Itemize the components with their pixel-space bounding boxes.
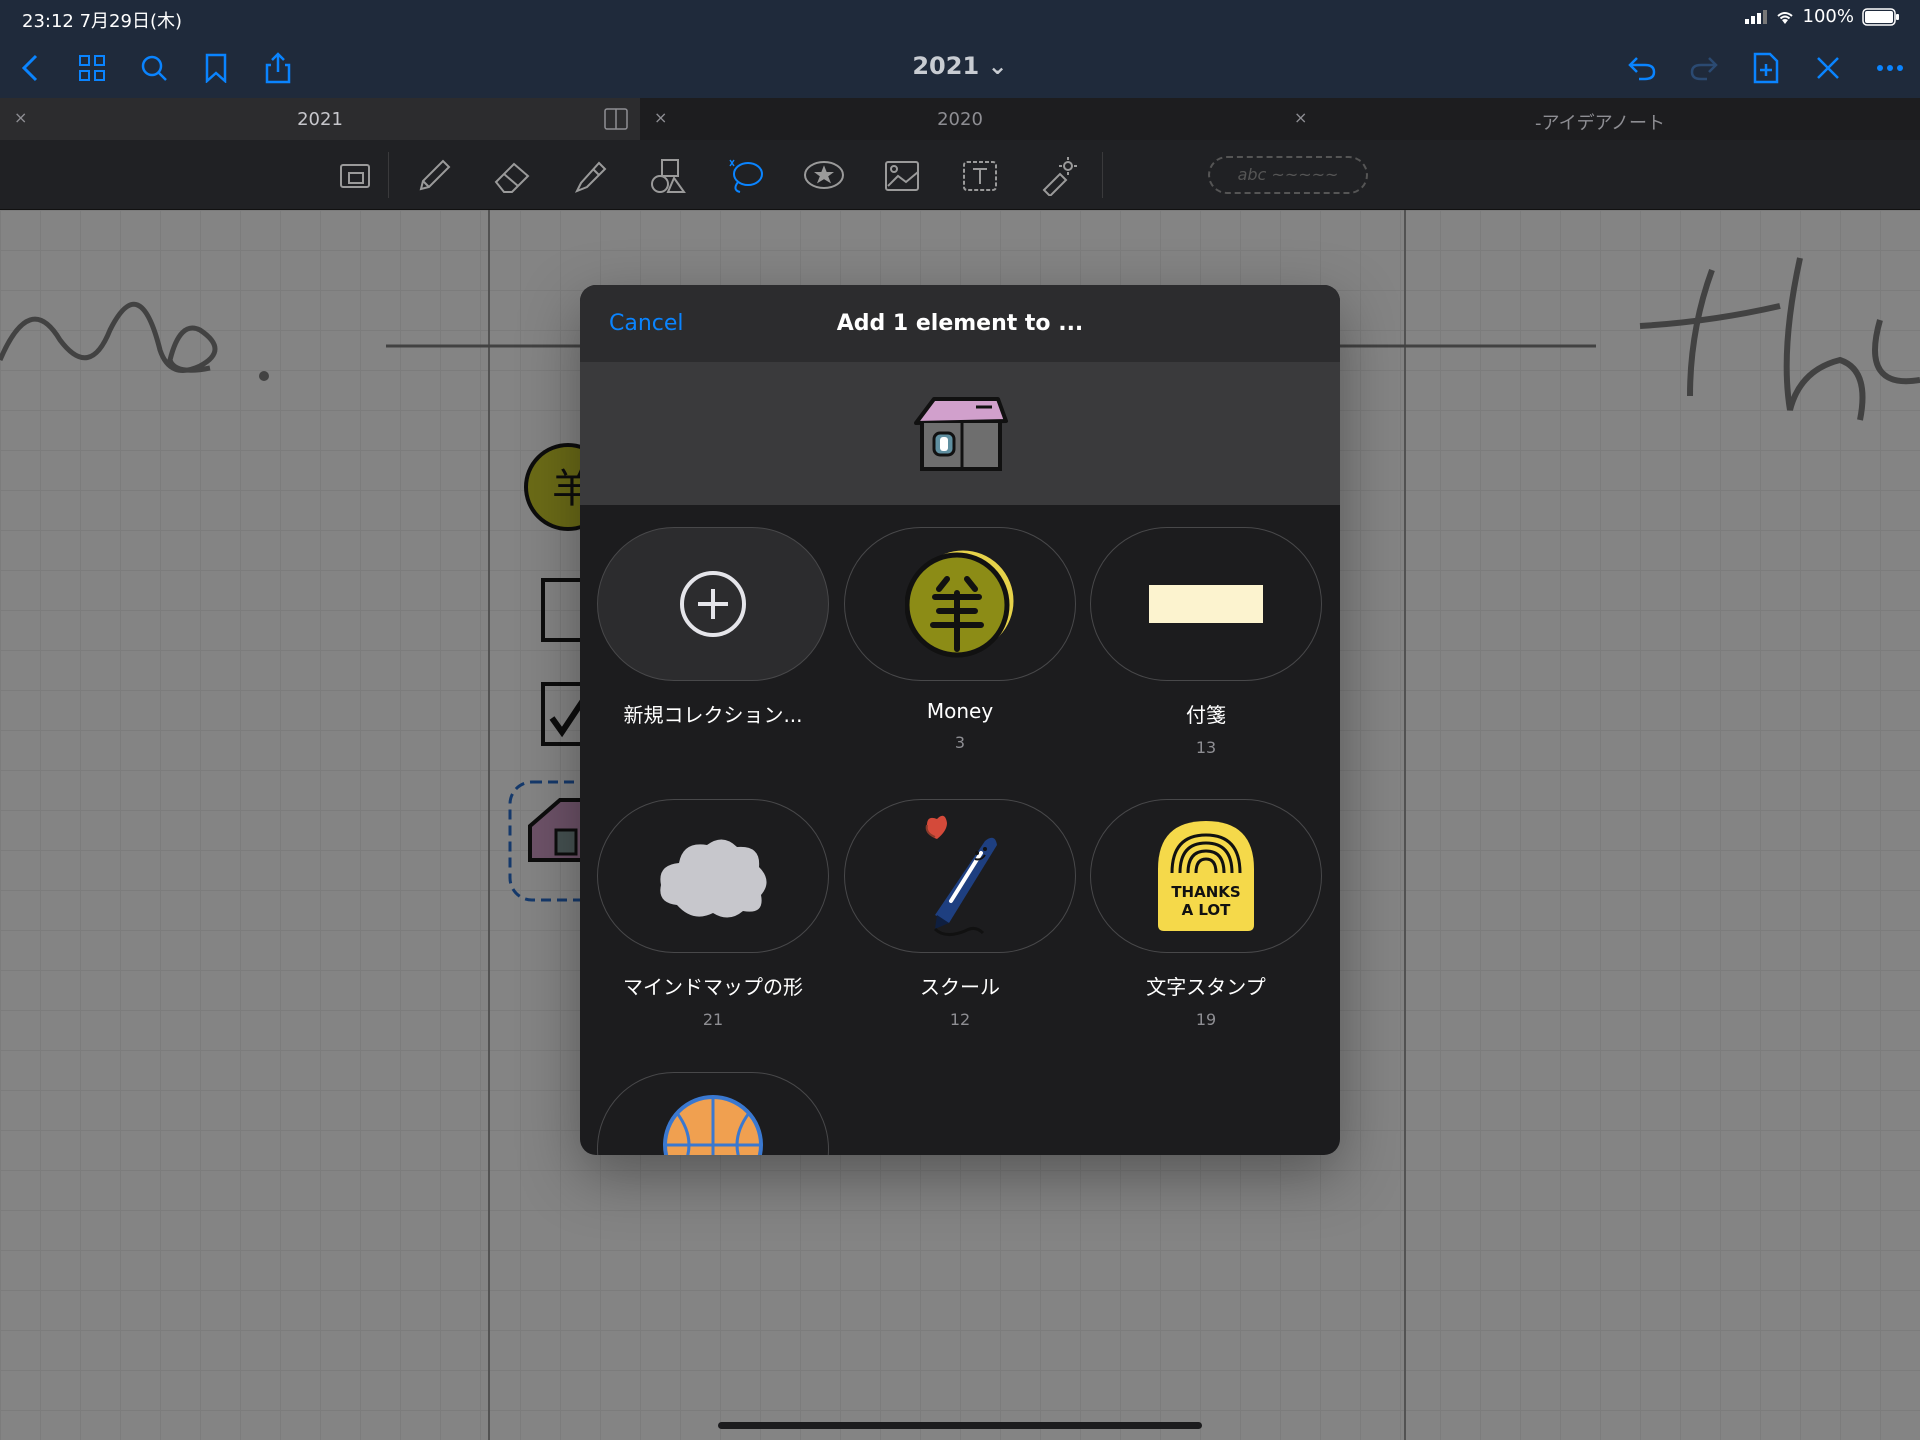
home-indicator[interactable]: [718, 1422, 1202, 1429]
money-coin-icon: [905, 550, 1014, 658]
new-collection-item[interactable]: 新規コレクション...: [597, 527, 829, 728]
collection-card[interactable]: THANKS A LOT: [1090, 799, 1322, 953]
collection-card[interactable]: [1090, 527, 1322, 681]
toolbar-divider: [388, 152, 389, 198]
thanks-a-lot-stamp-icon: THANKS A LOT: [1158, 821, 1254, 931]
collection-card[interactable]: [844, 799, 1076, 953]
tab-bar: × 2021 × 2020 × -アイデアノート: [0, 98, 1920, 140]
wifi-icon: [1776, 11, 1793, 24]
collection-name: Money: [926, 699, 994, 723]
collection-item-mindmap-shapes[interactable]: マインドマップの形 21: [597, 799, 829, 1029]
new-collection-button[interactable]: [597, 527, 829, 681]
stamp-text-line-2: A LOT: [1182, 901, 1232, 919]
color-palette-pill[interactable]: abc ~~~~~: [1208, 156, 1368, 194]
tab-2020[interactable]: × 2020: [640, 98, 1280, 140]
pen-tool-icon[interactable]: [412, 154, 456, 198]
tab-label: 2021: [297, 109, 343, 130]
battery-icon: [1862, 7, 1899, 26]
collection-count: 3: [954, 733, 966, 752]
tab-2021[interactable]: × 2021: [0, 98, 640, 140]
tab-idea-note[interactable]: × -アイデアノート: [1280, 98, 1920, 140]
collection-name: マインドマップの形: [623, 975, 803, 999]
collection-grid: 新規コレクション... Money 3 付箋 13 マインドマップの形 21 ス…: [580, 505, 1340, 1155]
collection-name: 文字スタンプ: [1146, 975, 1266, 999]
split-view-icon[interactable]: [604, 108, 628, 130]
battery-percent: 100%: [1802, 6, 1854, 27]
pen-off-icon[interactable]: [1808, 48, 1848, 88]
element-preview: [580, 363, 1340, 505]
collection-card[interactable]: [597, 1072, 829, 1155]
collection-item-school[interactable]: スクール 12: [844, 799, 1076, 1029]
laser-pointer-icon[interactable]: [1036, 154, 1080, 198]
add-page-icon[interactable]: [1746, 48, 1786, 88]
redo-icon[interactable]: [1684, 48, 1724, 88]
collection-count: 12: [949, 1010, 971, 1029]
highlighter-tool-icon[interactable]: [568, 154, 612, 198]
status-bar: 23:12 7月29日(木) 100%: [0, 0, 1920, 36]
collection-item-text-stamps[interactable]: THANKS A LOT 文字スタンプ 19: [1090, 799, 1322, 1029]
add-to-collection-sheet: Cancel Add 1 element to ... 新規コレクション...: [580, 285, 1340, 1155]
collection-name: 新規コレクション...: [623, 703, 803, 727]
collection-count: 13: [1195, 738, 1217, 757]
cloud-shape-icon: [660, 839, 767, 918]
tool-bar: abc ~~~~~: [0, 140, 1920, 210]
elements-tool-icon[interactable]: [802, 154, 846, 198]
eraser-tool-icon[interactable]: [490, 154, 534, 198]
plus-circle-icon: [680, 571, 746, 637]
collection-item-sticky-notes[interactable]: 付箋 13: [1090, 527, 1322, 757]
image-tool-icon[interactable]: [880, 154, 924, 198]
collection-item-sports[interactable]: [597, 1072, 829, 1155]
tab-label: -アイデアノート: [1535, 113, 1665, 134]
basketball-icon: [663, 1095, 763, 1155]
sheet-header: Cancel Add 1 element to ...: [580, 285, 1340, 363]
toolbar-divider: [1102, 152, 1103, 198]
zoom-window-icon[interactable]: [334, 154, 378, 198]
collection-name: 付箋: [1186, 703, 1226, 727]
sheet-title: Add 1 element to ...: [836, 311, 1084, 336]
collection-count: 19: [1195, 1010, 1217, 1029]
status-right: 100%: [1744, 6, 1900, 27]
sticky-note-icon: [1149, 585, 1263, 623]
collection-card[interactable]: [844, 527, 1076, 681]
collection-name: スクール: [920, 975, 1000, 999]
status-time: 23:12 7月29日(木): [22, 11, 182, 32]
more-options-icon[interactable]: [1870, 48, 1910, 88]
collection-card[interactable]: [597, 799, 829, 953]
house-sticker-icon: [914, 397, 1008, 471]
school-pen-icon: [925, 815, 997, 936]
cellular-signal-icon: [1744, 9, 1767, 24]
stamp-text-line-1: THANKS: [1171, 883, 1240, 901]
collection-item-money[interactable]: Money 3: [844, 527, 1076, 752]
tab-label: 2020: [937, 109, 983, 130]
shapes-tool-icon[interactable]: [646, 154, 690, 198]
text-tool-icon[interactable]: [958, 154, 1002, 198]
collection-count: 21: [702, 1010, 724, 1029]
navigation-bar: 2021 ⌄: [0, 36, 1920, 98]
undo-icon[interactable]: [1622, 48, 1662, 88]
lasso-tool-icon[interactable]: [724, 154, 768, 198]
